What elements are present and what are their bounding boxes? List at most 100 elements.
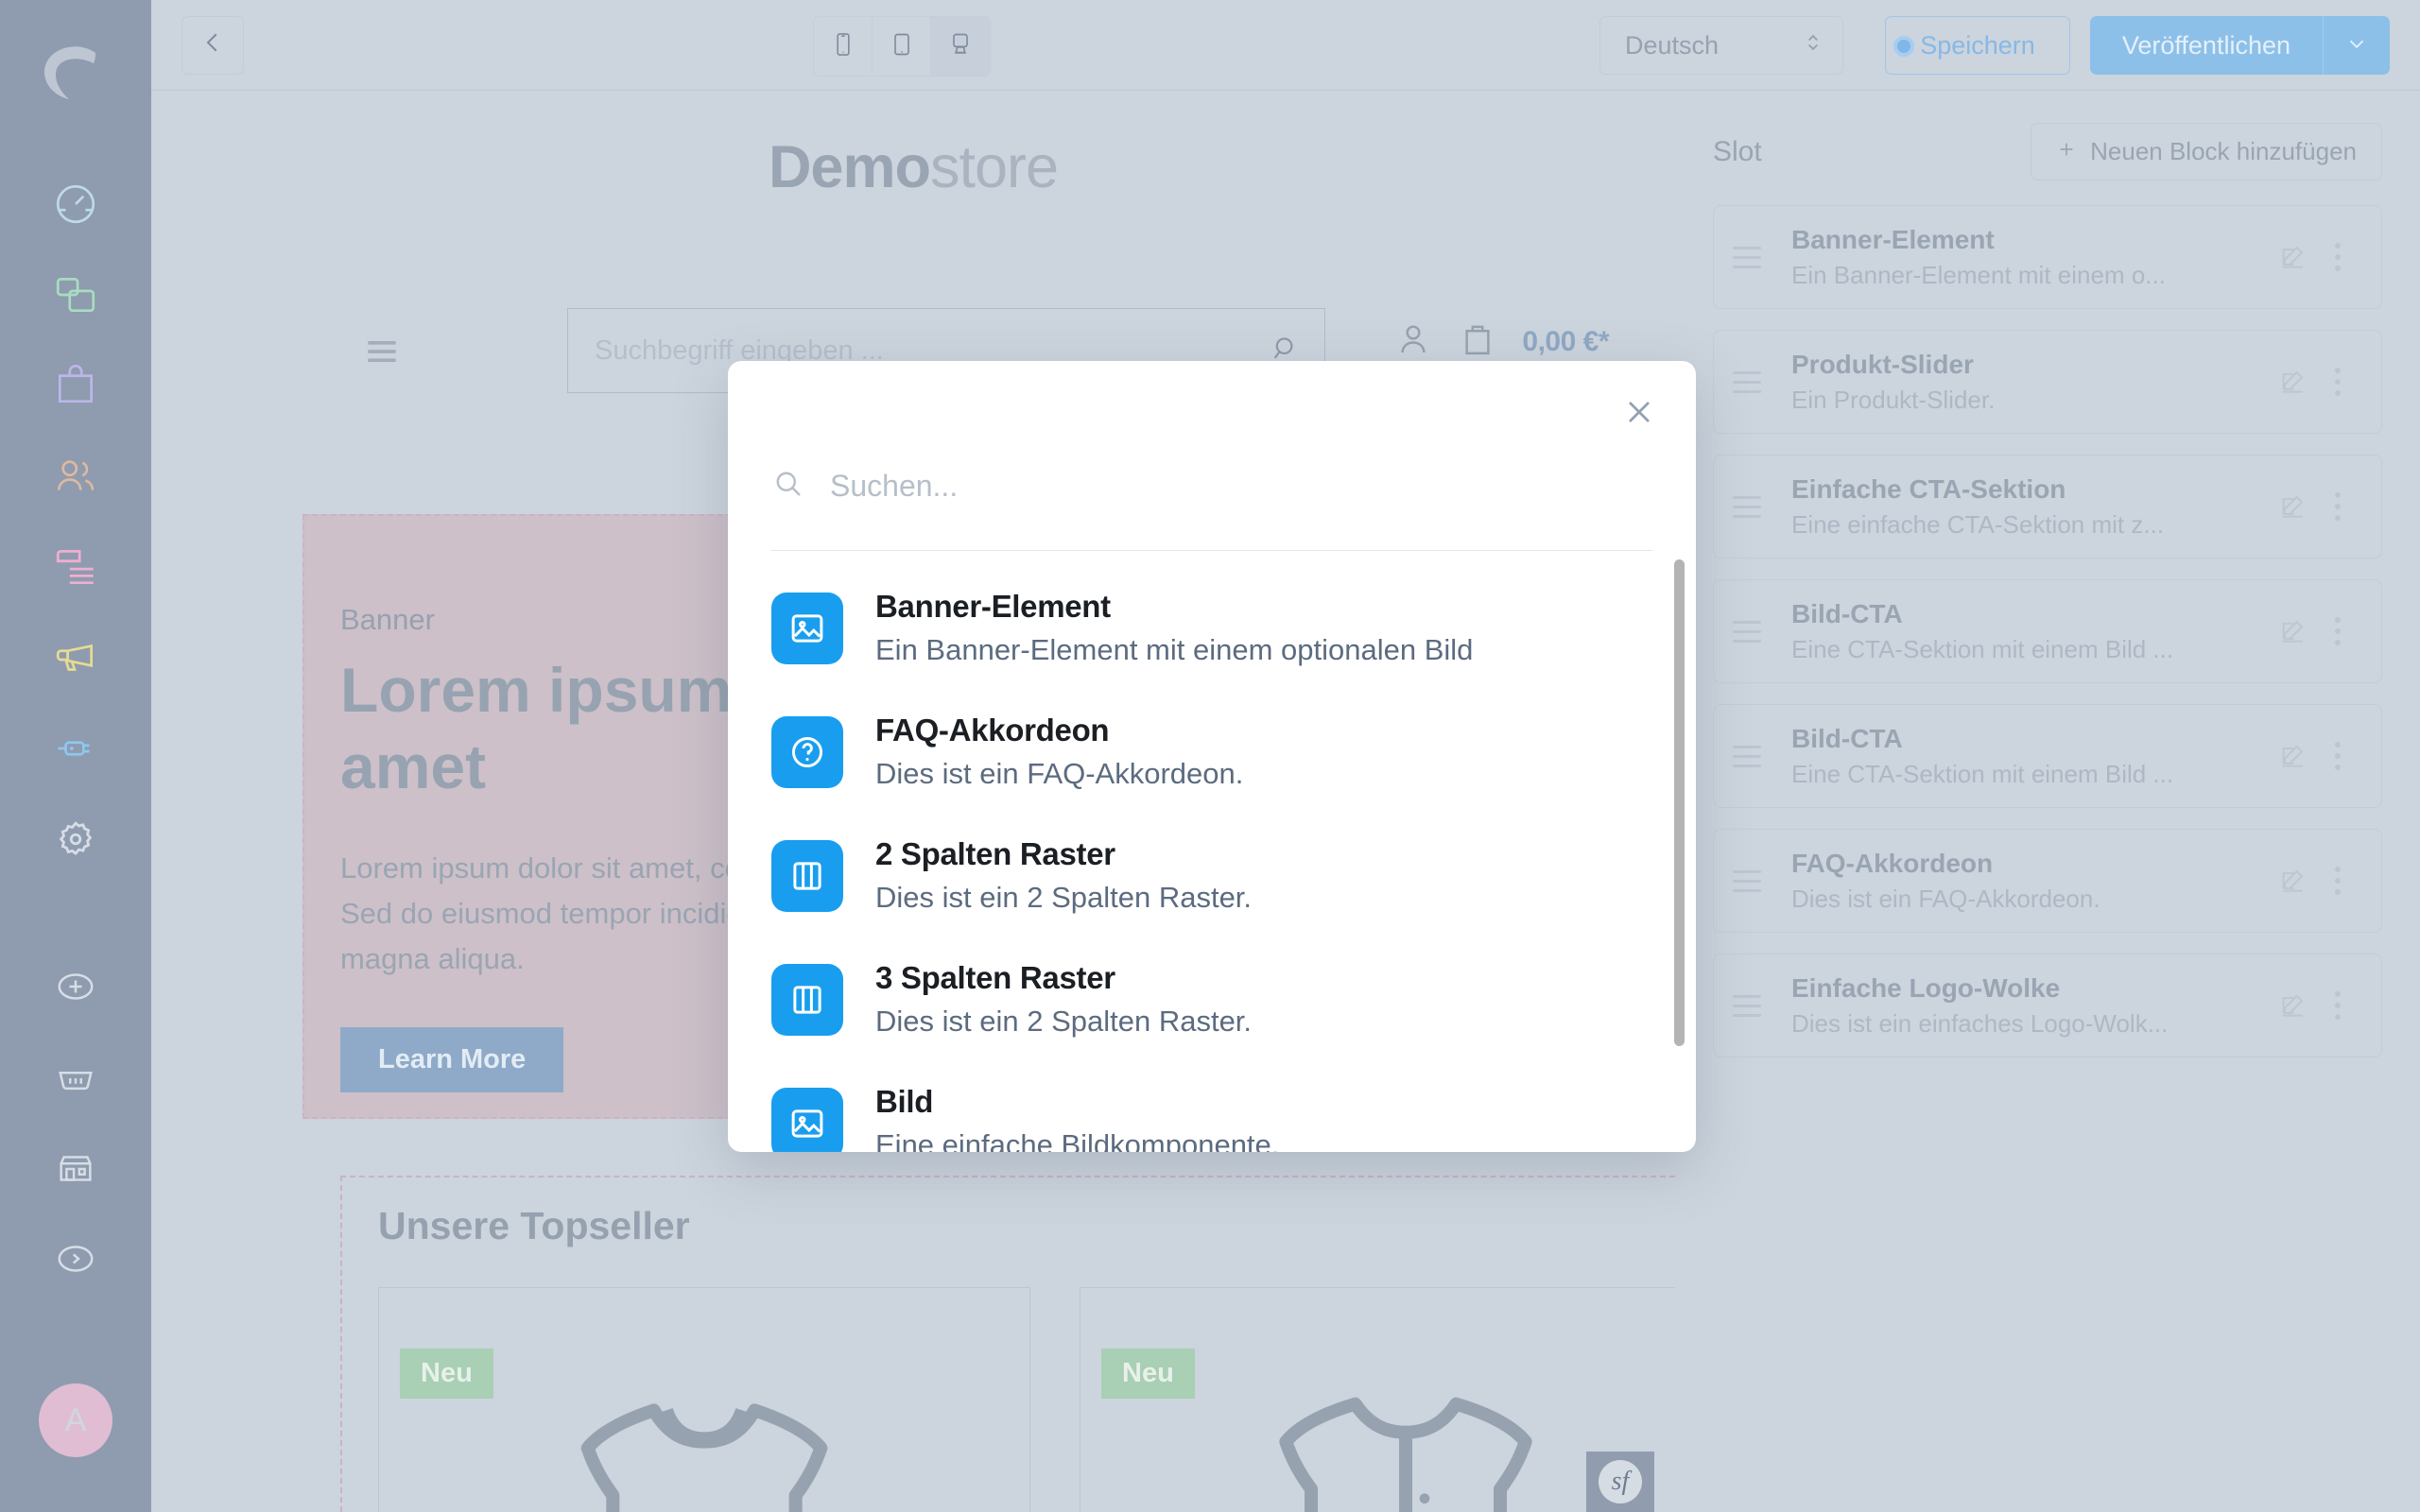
more-vertical-icon[interactable] [2319, 867, 2357, 895]
more-vertical-icon[interactable] [2319, 492, 2357, 521]
modal-search-field[interactable]: Suchen... [771, 442, 1652, 529]
edit-pencil-icon[interactable] [2266, 866, 2319, 896]
drag-handle-icon[interactable] [1733, 620, 1776, 643]
modal-search-placeholder: Suchen... [830, 468, 959, 503]
banner-cta-button[interactable]: Learn More [340, 1027, 564, 1093]
more-vertical-icon[interactable] [2319, 243, 2357, 271]
block-list-item[interactable]: Einfache CTA-Sektion Eine einfache CTA-S… [1713, 455, 2382, 558]
sidebar-item-dashboard[interactable] [36, 159, 115, 249]
save-button-label: Speichern [1920, 30, 2035, 60]
block-name: Banner-Element [1791, 224, 1995, 254]
sidebar-item-basket[interactable] [36, 1032, 115, 1123]
avatar[interactable]: A [39, 1383, 112, 1457]
modal-scrollbar[interactable] [1674, 559, 1685, 1046]
add-block-label: Neuen Block hinzufügen [2090, 137, 2357, 165]
language-select[interactable]: Deutsch [1599, 16, 1843, 75]
main-sidebar: A [0, 0, 151, 1512]
shop-logo-bold: Demo [768, 134, 931, 200]
block-type-name: 2 Spalten Raster [875, 836, 1115, 871]
edit-pencil-icon[interactable] [2266, 242, 2319, 272]
block-type-item[interactable]: Banner-Element Ein Banner-Element mit ei… [771, 589, 1652, 667]
columns-icon [771, 839, 843, 912]
edit-pencil-icon[interactable] [2266, 491, 2319, 522]
sidebar-item-storefront[interactable] [36, 1123, 115, 1213]
product-row: Neu Neu [378, 1287, 1675, 1512]
symfony-debug-toolbar[interactable]: sf [1586, 1452, 1654, 1512]
block-list-item[interactable]: FAQ-Akkordeon Dies ist ein FAQ-Akkordeon… [1713, 829, 2382, 933]
more-vertical-icon[interactable] [2319, 617, 2357, 645]
block-type-description: Dies ist ein 2 Spalten Raster. [875, 1005, 1253, 1038]
question-circle-icon [771, 715, 843, 788]
back-button[interactable] [182, 15, 244, 75]
more-vertical-icon[interactable] [2319, 742, 2357, 770]
block-type-item[interactable]: Bild Eine einfache Bildkomponente. [771, 1084, 1652, 1152]
avatar-initial: A [64, 1401, 87, 1438]
block-description: Eine CTA-Sektion mit einem Bild ... [1791, 634, 2174, 663]
drag-handle-icon[interactable] [1733, 370, 1776, 393]
edit-pencil-icon[interactable] [2266, 990, 2319, 1021]
drag-handle-icon[interactable] [1733, 246, 1776, 268]
publish-dropdown-button[interactable] [2324, 16, 2390, 75]
sidebar-item-settings[interactable] [36, 794, 115, 885]
block-name: Bild-CTA [1791, 598, 1903, 628]
add-block-button[interactable]: Neuen Block hinzufügen [2031, 123, 2382, 180]
sidebar-item-catalogues[interactable] [36, 249, 115, 340]
sweater-placeholder-icon [506, 1341, 903, 1512]
block-list-item[interactable]: Einfache Logo-Wolke Dies ist ein einfach… [1713, 954, 2382, 1057]
user-account-icon[interactable] [1393, 319, 1433, 364]
hamburger-menu-icon[interactable] [361, 331, 403, 377]
close-icon[interactable] [1615, 387, 1664, 437]
language-select-value: Deutsch [1625, 30, 1720, 60]
shop-logo-light: store [929, 134, 1059, 200]
chevron-right-circle-icon [54, 1237, 97, 1280]
block-description: Dies ist ein einfaches Logo-Wolk... [1791, 1008, 2169, 1038]
cms-layout-editor: A Deutsch Speichern Veröffentlichen Demo… [0, 0, 2420, 1512]
block-name: Einfache CTA-Sektion [1791, 473, 2066, 504]
more-vertical-icon[interactable] [2319, 991, 2357, 1020]
edit-pencil-icon[interactable] [2266, 616, 2319, 646]
shopware-logo-icon[interactable] [36, 42, 115, 106]
device-desktop-button[interactable] [931, 17, 990, 76]
drag-handle-icon[interactable] [1733, 495, 1776, 518]
sidebar-item-content[interactable] [36, 522, 115, 612]
sidebar-item-customers[interactable] [36, 431, 115, 522]
extensions-plug-icon [52, 725, 99, 772]
drag-handle-icon[interactable] [1733, 745, 1776, 767]
publish-button[interactable]: Veröffentlichen [2090, 16, 2324, 75]
sidebar-item-marketing[interactable] [36, 612, 115, 703]
block-list-item[interactable]: Bild-CTA Eine CTA-Sektion mit einem Bild… [1713, 579, 2382, 683]
block-list-item[interactable]: Banner-Element Ein Banner-Element mit ei… [1713, 205, 2382, 309]
slot-panel-title: Slot [1713, 135, 1762, 167]
product-badge: Neu [1101, 1349, 1195, 1399]
drag-handle-icon[interactable] [1733, 869, 1776, 892]
drag-handle-icon[interactable] [1733, 994, 1776, 1017]
shopping-bag-icon[interactable] [1458, 319, 1497, 364]
device-tablet-button[interactable] [873, 17, 931, 76]
topseller-block[interactable]: Unsere Topseller Neu Neu [340, 1176, 1675, 1512]
block-type-description: Ein Banner-Element mit einem optionalen … [875, 633, 1474, 666]
add-circle-icon [54, 965, 97, 1008]
edit-pencil-icon[interactable] [2266, 367, 2319, 397]
save-button[interactable]: Speichern [1885, 16, 2070, 75]
device-mobile-button[interactable] [814, 17, 873, 76]
sidebar-item-extensions[interactable] [36, 703, 115, 794]
slot-panel: Slot Neuen Block hinzufügen Banner-Eleme… [1675, 91, 2420, 1512]
block-name: Produkt-Slider [1791, 349, 1974, 379]
block-type-description: Eine einfache Bildkomponente. [875, 1128, 1280, 1152]
sidebar-item-expand[interactable] [36, 1213, 115, 1304]
sidebar-item-add[interactable] [36, 941, 115, 1032]
block-type-item[interactable]: 3 Spalten Raster Dies ist ein 2 Spalten … [771, 960, 1652, 1039]
block-type-item[interactable]: FAQ-Akkordeon Dies ist ein FAQ-Akkordeon… [771, 713, 1652, 791]
dashboard-gauge-icon [52, 180, 99, 228]
product-badge: Neu [400, 1349, 493, 1399]
block-list-item[interactable]: Produkt-Slider Ein Produkt-Slider. [1713, 330, 2382, 434]
search-icon [771, 467, 805, 506]
product-card[interactable]: Neu [378, 1287, 1030, 1512]
sidebar-item-orders[interactable] [36, 340, 115, 431]
block-type-item[interactable]: 2 Spalten Raster Dies ist ein 2 Spalten … [771, 836, 1652, 915]
block-list-item[interactable]: Bild-CTA Eine CTA-Sektion mit einem Bild… [1713, 704, 2382, 808]
block-list: Banner-Element Ein Banner-Element mit ei… [1713, 205, 2382, 1057]
orders-bag-icon [52, 362, 99, 409]
edit-pencil-icon[interactable] [2266, 741, 2319, 771]
more-vertical-icon[interactable] [2319, 368, 2357, 396]
